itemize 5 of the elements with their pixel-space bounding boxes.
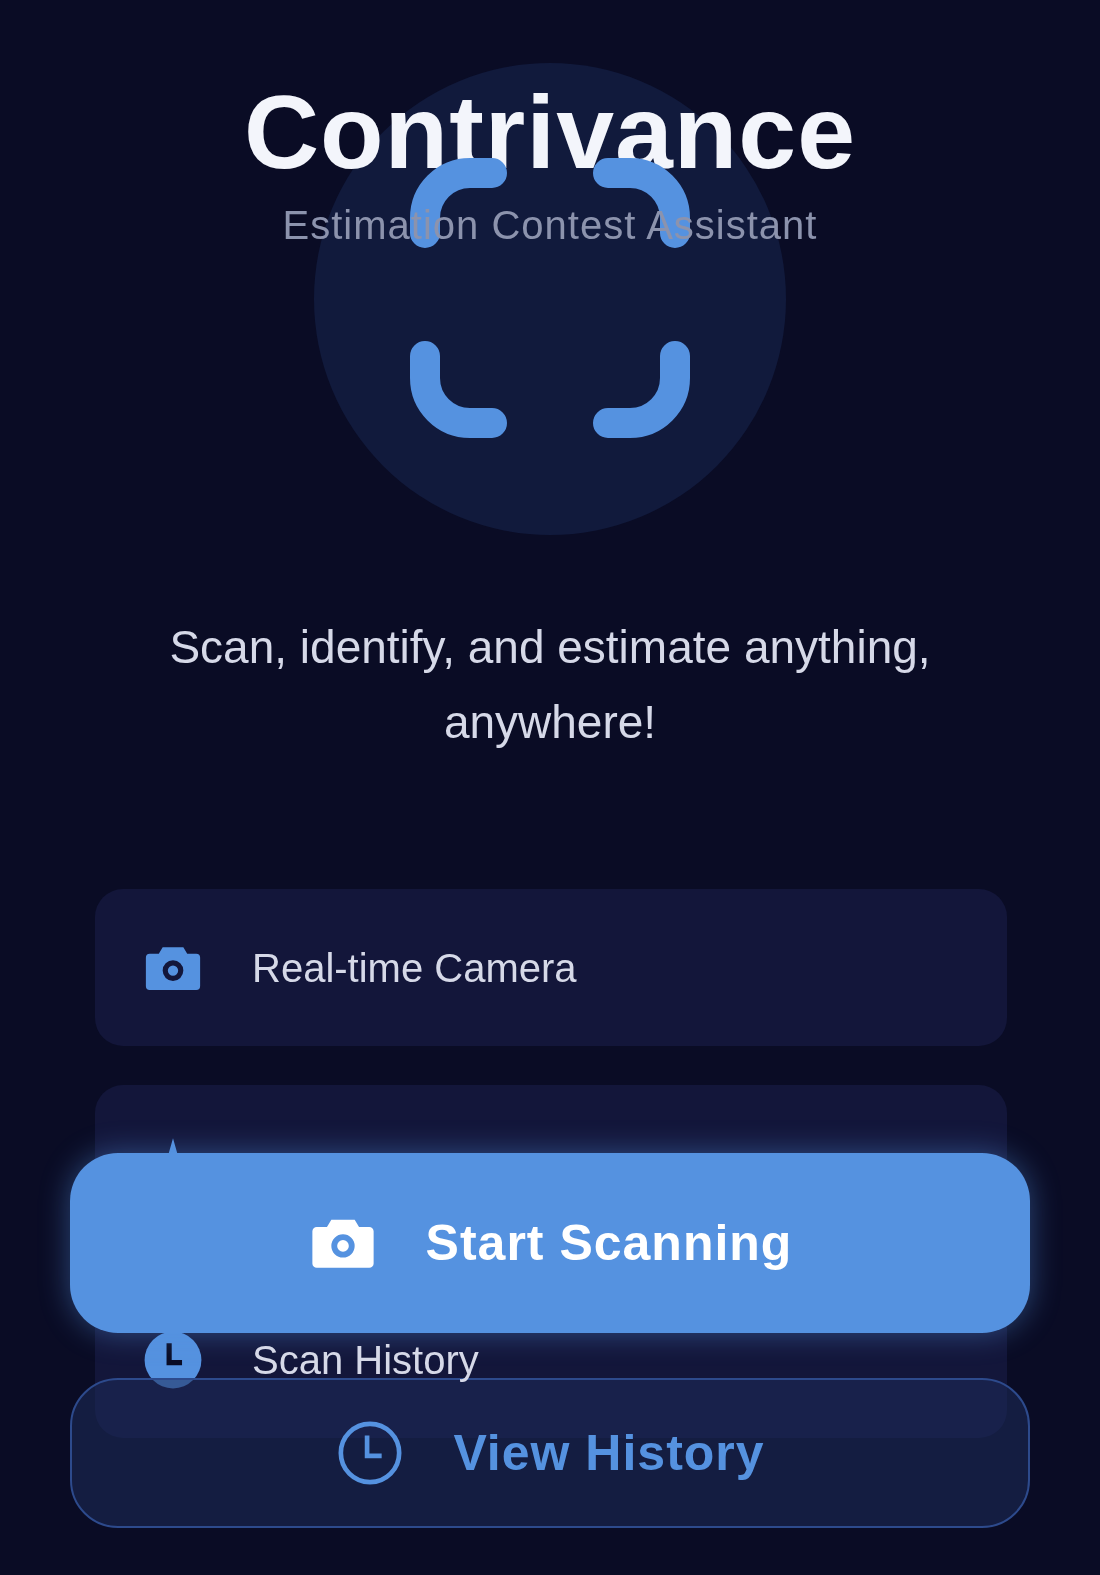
feature-label: Real-time Camera <box>252 947 577 988</box>
start-scanning-button[interactable]: Start Scanning <box>70 1153 1030 1333</box>
tagline: Scan, identify, and estimate anything, anywhere! <box>168 620 932 750</box>
app-title: Contrivance <box>242 73 857 192</box>
feature-label: Scan History <box>252 1339 479 1380</box>
